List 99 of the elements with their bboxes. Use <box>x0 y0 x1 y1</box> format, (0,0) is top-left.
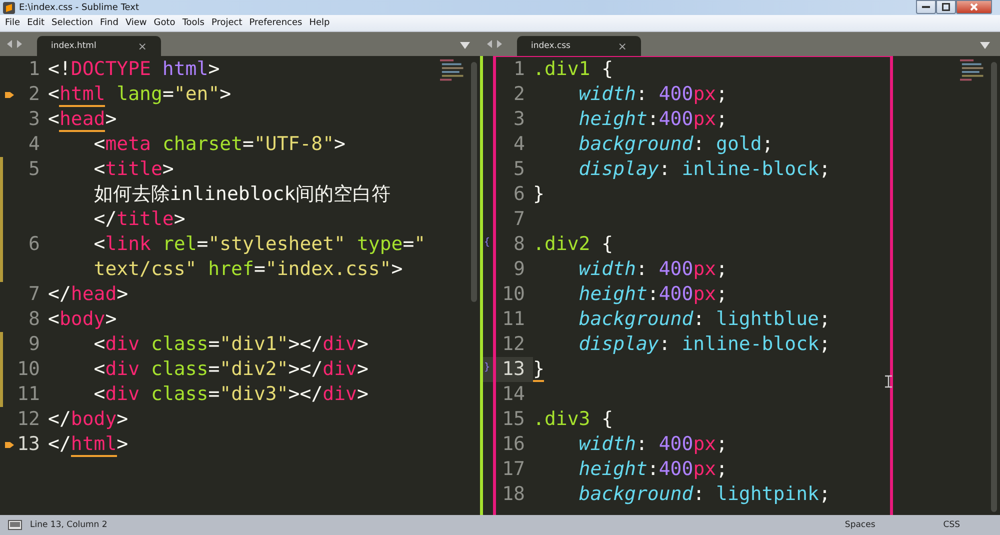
tab-navigation-icon[interactable] <box>7 40 23 48</box>
code-line: <head> <box>48 107 117 132</box>
code-line: .div1 { <box>533 57 614 82</box>
menu-item[interactable]: Help <box>306 18 334 28</box>
code-line: </title> <box>92 207 186 232</box>
indentation-setting[interactable]: Spaces <box>844 520 876 530</box>
tab-close-button[interactable]: × <box>618 40 627 52</box>
line-number: 12 <box>17 407 40 432</box>
line-number: 10 <box>502 282 525 307</box>
code-line: </body> <box>48 407 128 432</box>
code-line: </head> <box>48 282 128 307</box>
window-title: E:\index.css - Sublime Text <box>19 2 140 12</box>
menu-item[interactable]: View <box>122 18 151 28</box>
code-line: background: lightblue; <box>578 307 830 332</box>
menu-item[interactable]: Edit <box>24 18 48 28</box>
code-line: width: 400px; <box>578 432 728 457</box>
line-number: 7 <box>514 207 525 232</box>
scrollbar[interactable] <box>991 62 997 512</box>
maximize-icon <box>942 3 950 11</box>
code-line: <div class="div3"></div> <box>92 382 368 407</box>
code-line: } <box>533 182 544 207</box>
file-tab[interactable]: index.html × <box>37 36 161 56</box>
line-number: 9 <box>28 332 40 357</box>
line-number: 18 <box>502 482 525 507</box>
cursor-position: Line 13, Column 2 <box>30 520 108 530</box>
code-line: <div class="div1"></div> <box>92 332 368 357</box>
menu-item[interactable]: File <box>2 18 24 28</box>
line-number: 6 <box>28 232 40 257</box>
code-line: .div3 { <box>533 407 614 432</box>
line-number: 11 <box>502 307 525 332</box>
line-number: 4 <box>28 132 40 157</box>
code-line: <meta charset="UTF-8"> <box>92 132 346 157</box>
close-icon <box>970 3 978 11</box>
code-line: width: 400px; <box>578 257 728 282</box>
line-number: 17 <box>502 457 525 482</box>
line-number: 1 <box>514 57 525 82</box>
line-number: 16 <box>502 432 525 457</box>
line-number: 10 <box>17 357 40 382</box>
minimize-button[interactable] <box>916 0 936 14</box>
code-line: 如何去除inlineblock间的空白符 <box>92 182 391 207</box>
code-line: .div2 { <box>533 232 614 257</box>
menu-item[interactable]: Goto <box>150 18 180 28</box>
scrollbar[interactable] <box>471 62 477 302</box>
line-number: 6 <box>514 182 525 207</box>
menu-item[interactable]: Project <box>208 18 246 28</box>
menu-item[interactable]: Find <box>96 18 122 28</box>
line-number: 13 <box>17 432 40 457</box>
line-number: 9 <box>514 257 525 282</box>
code-line: background: lightpink; <box>578 482 830 507</box>
syntax-setting[interactable]: CSS <box>943 520 960 530</box>
code-line: display: inline-block; <box>578 332 830 357</box>
menu-item[interactable]: Selection <box>48 18 97 28</box>
minimize-icon <box>922 6 930 8</box>
line-number: 14 <box>502 382 525 407</box>
line-number: 13 <box>502 357 525 382</box>
code-line: </html> <box>48 432 128 457</box>
file-tab[interactable]: index.css × <box>517 36 641 56</box>
minimap-drawing[interactable] <box>440 59 466 83</box>
code-line: } <box>533 357 544 382</box>
menu-item[interactable]: Preferences <box>246 18 306 28</box>
line-number: 15 <box>502 407 525 432</box>
dropdown-icon[interactable] <box>980 42 990 49</box>
line-number: 5 <box>514 157 525 182</box>
close-button[interactable] <box>956 0 992 14</box>
code-line: text/css" href="index.css"> <box>92 257 403 282</box>
line-number: 3 <box>514 107 525 132</box>
tab-navigation-icon[interactable] <box>487 40 503 48</box>
line-number: 4 <box>514 132 525 157</box>
line-number: 3 <box>28 107 40 132</box>
code-line: height:400px; <box>578 107 728 132</box>
line-number: 12 <box>502 332 525 357</box>
app-icon <box>3 2 15 14</box>
text-cursor-icon <box>885 375 892 388</box>
minimap-drawing[interactable] <box>960 59 986 83</box>
code-line: <html lang="en"> <box>48 82 232 107</box>
code-line: height:400px; <box>578 457 728 482</box>
line-number: 7 <box>28 282 40 307</box>
line-number: 1 <box>28 57 40 82</box>
console-icon[interactable] <box>8 520 22 530</box>
maximize-button[interactable] <box>936 0 956 14</box>
code-line: <body> <box>48 307 117 332</box>
line-number: 11 <box>17 382 40 407</box>
code-line: width: 400px; <box>578 82 728 107</box>
menu-item[interactable]: Tools <box>179 18 208 28</box>
code-line: <div class="div2"></div> <box>92 357 368 382</box>
line-number: 2 <box>28 82 40 107</box>
code-line: height:400px; <box>578 282 728 307</box>
fold-marker[interactable]: { <box>484 237 490 249</box>
dropdown-icon[interactable] <box>460 42 470 49</box>
line-number: 8 <box>514 232 525 257</box>
code-line: <!DOCTYPE html> <box>48 57 220 82</box>
code-line: background: gold; <box>578 132 774 157</box>
tab-close-button[interactable]: × <box>138 40 147 52</box>
line-number: 5 <box>28 157 40 182</box>
code-line: display: inline-block; <box>578 157 830 182</box>
code-line: <title> <box>92 157 174 182</box>
code-line: <link rel="stylesheet" type=" <box>92 232 426 257</box>
line-number: 2 <box>514 82 525 107</box>
line-number: 8 <box>28 307 40 332</box>
